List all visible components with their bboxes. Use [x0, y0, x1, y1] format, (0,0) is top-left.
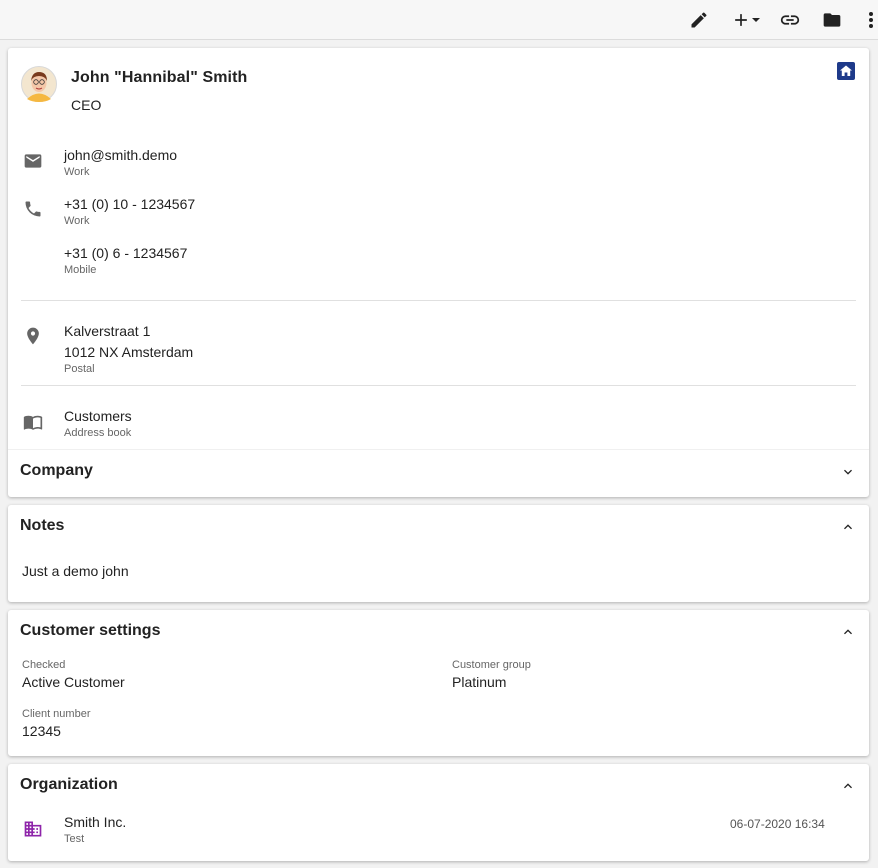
customer-group-label: Customer group	[452, 659, 531, 671]
chevron-up-icon[interactable]	[840, 519, 856, 535]
home-badge-icon[interactable]	[837, 62, 855, 80]
link-icon	[779, 9, 801, 31]
addressbook-value[interactable]: Customers	[64, 408, 132, 424]
add-button[interactable]	[731, 8, 761, 32]
company-section-header[interactable]: Company	[8, 450, 869, 495]
chevron-up-icon[interactable]	[840, 778, 856, 794]
phone-icon	[23, 199, 43, 219]
plus-icon	[731, 10, 751, 30]
addressbook-label: Address book	[64, 427, 132, 439]
more-vertical-icon	[868, 10, 874, 30]
list-item[interactable]: Smith Inc. Test 06-07-2020 16:34	[8, 808, 869, 854]
caret-down-icon	[751, 15, 761, 25]
folder-icon	[822, 10, 842, 30]
contact-card: John "Hannibal" Smith CEO john@smith.dem…	[8, 48, 869, 497]
pencil-icon	[689, 10, 709, 30]
edit-button[interactable]	[687, 8, 711, 32]
address-street[interactable]: Kalverstraat 1	[64, 323, 150, 339]
divider	[21, 300, 856, 301]
email-icon	[23, 151, 43, 171]
folder-button[interactable]	[820, 8, 844, 32]
link-button[interactable]	[777, 8, 803, 32]
email-value[interactable]: john@smith.demo	[64, 147, 177, 163]
customer-settings-title: Customer settings	[20, 622, 161, 639]
customer-settings-card: Customer settings Checked Active Custome…	[8, 610, 869, 756]
organization-title: Organization	[20, 776, 118, 793]
more-button[interactable]	[864, 8, 878, 32]
avatar	[21, 66, 57, 102]
location-pin-icon	[23, 326, 43, 346]
notes-title: Notes	[20, 517, 65, 534]
book-icon	[22, 412, 44, 432]
email-type: Work	[64, 166, 90, 178]
phone-mobile-type: Mobile	[64, 264, 97, 276]
notes-card: Notes Just a demo john	[8, 505, 869, 602]
building-icon	[23, 819, 43, 839]
organization-name[interactable]: Smith Inc.	[64, 814, 126, 830]
client-number-value: 12345	[22, 723, 61, 739]
divider	[21, 385, 856, 386]
phone-work-value[interactable]: +31 (0) 10 - 1234567	[64, 196, 195, 212]
job-title: CEO	[71, 97, 102, 113]
checked-label: Checked	[22, 659, 66, 671]
checked-value: Active Customer	[22, 674, 125, 690]
phone-work-type: Work	[64, 215, 90, 227]
address-type: Postal	[64, 363, 95, 375]
chevron-up-icon[interactable]	[840, 624, 856, 640]
chevron-down-icon[interactable]	[840, 464, 856, 480]
client-number-label: Client number	[22, 708, 91, 720]
toolbar	[0, 0, 878, 40]
contact-name: John "Hannibal" Smith	[71, 69, 248, 86]
customer-group-value: Platinum	[452, 674, 507, 690]
organization-card: Organization Smith Inc. Test 06-07-2020 …	[8, 764, 869, 861]
company-title: Company	[20, 462, 93, 479]
address-city[interactable]: 1012 NX Amsterdam	[64, 344, 193, 360]
phone-mobile-value[interactable]: +31 (0) 6 - 1234567	[64, 245, 187, 261]
organization-date: 06-07-2020 16:34	[730, 817, 825, 831]
organization-sub: Test	[64, 833, 85, 845]
notes-text: Just a demo john	[22, 563, 129, 579]
